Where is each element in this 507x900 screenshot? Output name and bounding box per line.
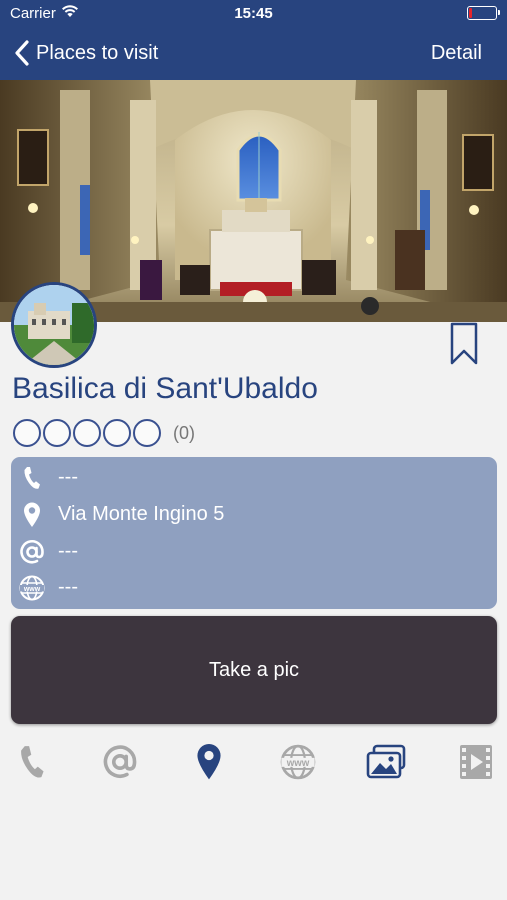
contact-info-card: --- Via Monte Ingino 5 --- www --- xyxy=(11,457,497,609)
info-row-website[interactable]: www --- xyxy=(11,573,497,603)
video-icon xyxy=(460,745,492,779)
email-value: --- xyxy=(58,540,78,562)
globe-www-icon: www xyxy=(19,575,45,601)
svg-text:www: www xyxy=(286,758,310,769)
toolbar-location-button[interactable] xyxy=(187,740,231,784)
phone-icon xyxy=(19,465,45,491)
take-pic-button-label: Take a pic xyxy=(208,658,300,681)
nav-title-detail: Detail xyxy=(430,42,482,64)
bookmark-button[interactable] xyxy=(449,322,479,371)
rating-circle-icon[interactable] xyxy=(103,419,131,447)
rating-circle-icon[interactable] xyxy=(43,419,71,447)
rating-count: (0) xyxy=(173,422,195,443)
at-sign-icon xyxy=(19,539,45,565)
back-button-label: Places to visit xyxy=(36,41,159,64)
info-row-phone[interactable]: --- xyxy=(11,463,497,493)
photo-gallery-icon xyxy=(366,744,406,779)
toolbar-phone-button[interactable] xyxy=(10,740,54,784)
website-value: --- xyxy=(58,576,78,598)
chevron-left-icon xyxy=(15,40,29,66)
status-bar: Carrier 15:45 xyxy=(0,0,507,28)
toolbar-video-button[interactable] xyxy=(454,740,498,784)
phone-icon xyxy=(21,746,44,778)
rating-circle-icon[interactable] xyxy=(133,419,161,447)
toolbar-email-button[interactable] xyxy=(98,740,142,784)
place-avatar xyxy=(11,282,97,368)
globe-www-icon: www xyxy=(280,744,316,780)
rating-circle-icon[interactable] xyxy=(13,419,41,447)
toolbar-gallery-button[interactable] xyxy=(364,740,408,784)
back-button[interactable]: Places to visit xyxy=(14,38,158,68)
location-pin-icon xyxy=(197,743,221,780)
info-row-email[interactable]: --- xyxy=(11,537,497,567)
at-sign-icon xyxy=(103,745,137,778)
address-value: Via Monte Ingino 5 xyxy=(58,503,225,525)
toolbar-website-button[interactable]: www xyxy=(276,740,320,784)
take-pic-button[interactable]: Take a pic xyxy=(11,616,497,724)
location-pin-icon xyxy=(19,502,45,528)
battery-icon xyxy=(467,6,500,20)
clock-time: 15:45 xyxy=(234,5,273,22)
place-title: Basilica di Sant'Ubaldo xyxy=(12,372,318,405)
phone-value: --- xyxy=(58,466,78,488)
info-row-address[interactable]: Via Monte Ingino 5 xyxy=(11,500,497,530)
battery-level-fill xyxy=(469,8,472,18)
navigation-bar: Places to visit Detail xyxy=(0,28,507,80)
bookmark-icon xyxy=(450,322,478,365)
action-toolbar: www xyxy=(0,740,507,786)
rating-bar[interactable]: (0) xyxy=(13,419,195,447)
svg-text:www: www xyxy=(23,586,41,593)
place-cover-photo xyxy=(0,80,507,322)
rating-circle-icon[interactable] xyxy=(73,419,101,447)
